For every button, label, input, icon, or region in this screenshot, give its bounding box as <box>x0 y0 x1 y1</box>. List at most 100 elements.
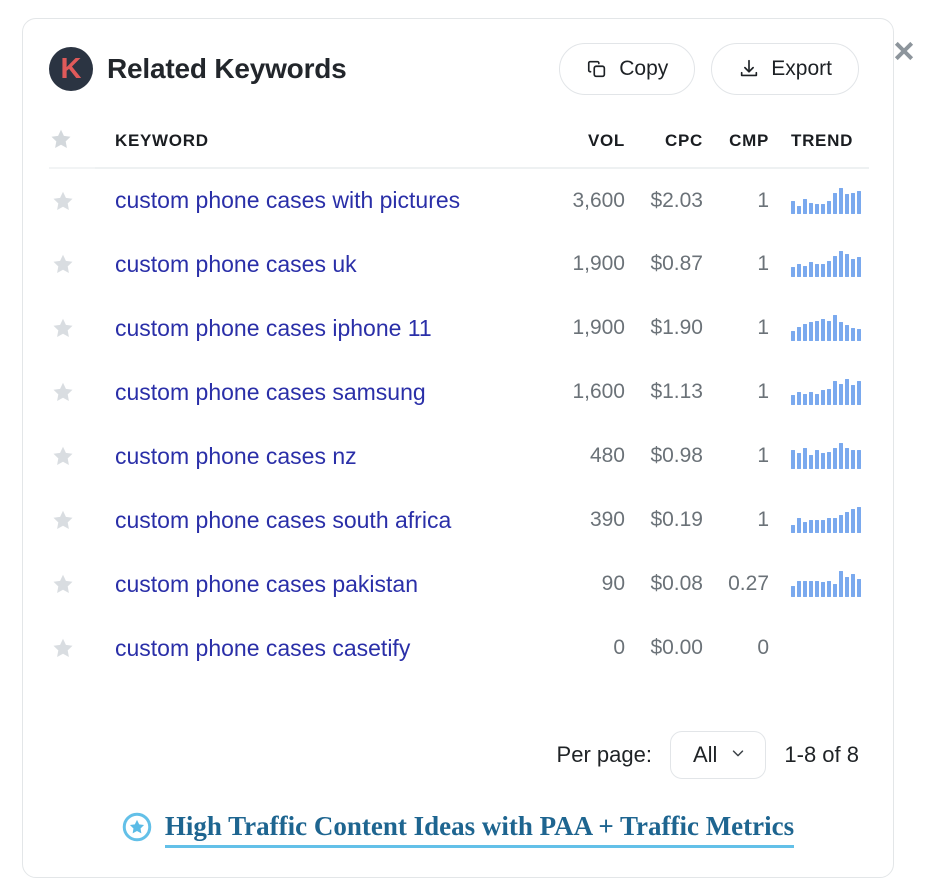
spark-bar <box>821 582 825 597</box>
spark-bar <box>851 259 855 277</box>
trend-cell <box>777 296 869 360</box>
favorite-star-cell[interactable] <box>49 232 95 296</box>
spark-bar <box>791 201 795 214</box>
close-button[interactable] <box>889 37 919 67</box>
promo-link[interactable]: High Traffic Content Ideas with PAA + Tr… <box>165 811 794 848</box>
spark-bar <box>809 455 813 469</box>
spark-bar <box>851 450 855 469</box>
spark-bar <box>827 389 831 405</box>
star-icon[interactable] <box>51 189 95 213</box>
keyword-link[interactable]: custom phone cases casetify <box>115 635 410 661</box>
table-row: custom phone cases uk1,900$0.871 <box>49 232 869 296</box>
export-button-label: Export <box>771 57 832 81</box>
trend-sparkline <box>791 188 873 214</box>
per-page-select[interactable]: All <box>670 731 766 779</box>
spark-bar <box>851 328 855 341</box>
keyword-link[interactable]: custom phone cases iphone 11 <box>115 315 432 341</box>
star-icon[interactable] <box>51 636 95 660</box>
keyword-cell: custom phone cases samsung <box>95 360 555 424</box>
keyword-link[interactable]: custom phone cases nz <box>115 443 357 469</box>
export-button[interactable]: Export <box>711 43 859 95</box>
spark-bar <box>803 522 807 533</box>
spark-bar <box>857 381 861 405</box>
keyword-cell: custom phone cases casetify <box>95 616 555 680</box>
spark-bar <box>833 584 837 597</box>
keyword-cell: custom phone cases iphone 11 <box>95 296 555 360</box>
spark-bar <box>809 581 813 597</box>
copy-button[interactable]: Copy <box>559 43 695 95</box>
cpc-cell: $1.13 <box>633 360 711 424</box>
spark-bar <box>857 579 861 597</box>
keyword-link[interactable]: custom phone cases pakistan <box>115 571 418 597</box>
cmp-cell: 1 <box>711 488 777 552</box>
trend-sparkline <box>791 315 873 341</box>
cpc-cell: $0.00 <box>633 616 711 680</box>
spark-bar <box>791 525 795 533</box>
cpc-cell: $0.98 <box>633 424 711 488</box>
column-header-cmp[interactable]: CMP <box>711 127 777 168</box>
keyword-cell: custom phone cases south africa <box>95 488 555 552</box>
app-logo: K <box>49 47 93 91</box>
column-header-keyword[interactable]: KEYWORD <box>95 127 555 168</box>
spark-bar <box>857 191 861 214</box>
per-page-value: All <box>693 742 717 768</box>
favorite-star-cell[interactable] <box>49 488 95 552</box>
favorite-star-cell[interactable] <box>49 552 95 616</box>
spark-bar <box>803 394 807 405</box>
star-icon[interactable] <box>51 316 95 340</box>
favorite-star-cell[interactable] <box>49 168 95 232</box>
cpc-cell: $2.03 <box>633 168 711 232</box>
spark-bar <box>827 581 831 597</box>
column-header-trend[interactable]: TREND <box>777 127 869 168</box>
star-icon[interactable] <box>51 380 95 404</box>
keyword-link[interactable]: custom phone cases uk <box>115 251 357 277</box>
spark-bar <box>791 586 795 597</box>
pagination-range: 1-8 of 8 <box>784 742 859 768</box>
column-header-vol[interactable]: VOL <box>555 127 633 168</box>
spark-bar <box>857 450 861 469</box>
spark-bar <box>791 331 795 341</box>
keyword-link[interactable]: custom phone cases south africa <box>115 507 451 533</box>
spark-bar <box>833 256 837 277</box>
spark-bar <box>821 453 825 469</box>
star-icon[interactable] <box>51 444 95 468</box>
vol-cell: 1,900 <box>555 296 633 360</box>
favorite-star-cell[interactable] <box>49 360 95 424</box>
favorite-star-cell[interactable] <box>49 424 95 488</box>
star-icon[interactable] <box>51 252 95 276</box>
spark-bar <box>791 450 795 469</box>
related-keywords-card: K Related Keywords Copy <box>22 18 894 878</box>
spark-bar <box>797 518 801 533</box>
spark-bar <box>821 520 825 533</box>
cpc-cell: $0.87 <box>633 232 711 296</box>
keyword-cell: custom phone cases pakistan <box>95 552 555 616</box>
page-title: Related Keywords <box>107 53 347 85</box>
spark-bar <box>803 448 807 469</box>
favorite-star-cell[interactable] <box>49 616 95 680</box>
spark-bar <box>851 509 855 533</box>
star-icon[interactable] <box>51 508 95 532</box>
keyword-link[interactable]: custom phone cases with pictures <box>115 187 460 213</box>
trend-cell <box>777 232 869 296</box>
spark-bar <box>839 251 843 277</box>
cmp-cell: 0.27 <box>711 552 777 616</box>
vol-cell: 480 <box>555 424 633 488</box>
cmp-cell: 1 <box>711 232 777 296</box>
cpc-cell: $1.90 <box>633 296 711 360</box>
keyword-link[interactable]: custom phone cases samsung <box>115 379 426 405</box>
star-circle-icon <box>122 812 152 847</box>
star-icon[interactable] <box>51 572 95 596</box>
column-header-cpc[interactable]: CPC <box>633 127 711 168</box>
table-row: custom phone cases south africa390$0.191 <box>49 488 869 552</box>
spark-bar <box>791 395 795 405</box>
spark-bar <box>821 264 825 277</box>
spark-bar <box>791 267 795 277</box>
spark-bar <box>839 384 843 405</box>
copy-button-label: Copy <box>619 57 668 81</box>
spark-bar <box>851 193 855 214</box>
copy-icon <box>586 58 608 80</box>
spark-bar <box>851 574 855 597</box>
favorite-star-cell[interactable] <box>49 296 95 360</box>
trend-sparkline <box>791 251 873 277</box>
keywords-table: KEYWORD VOL CPC CMP TREND custom phone c… <box>49 127 869 680</box>
